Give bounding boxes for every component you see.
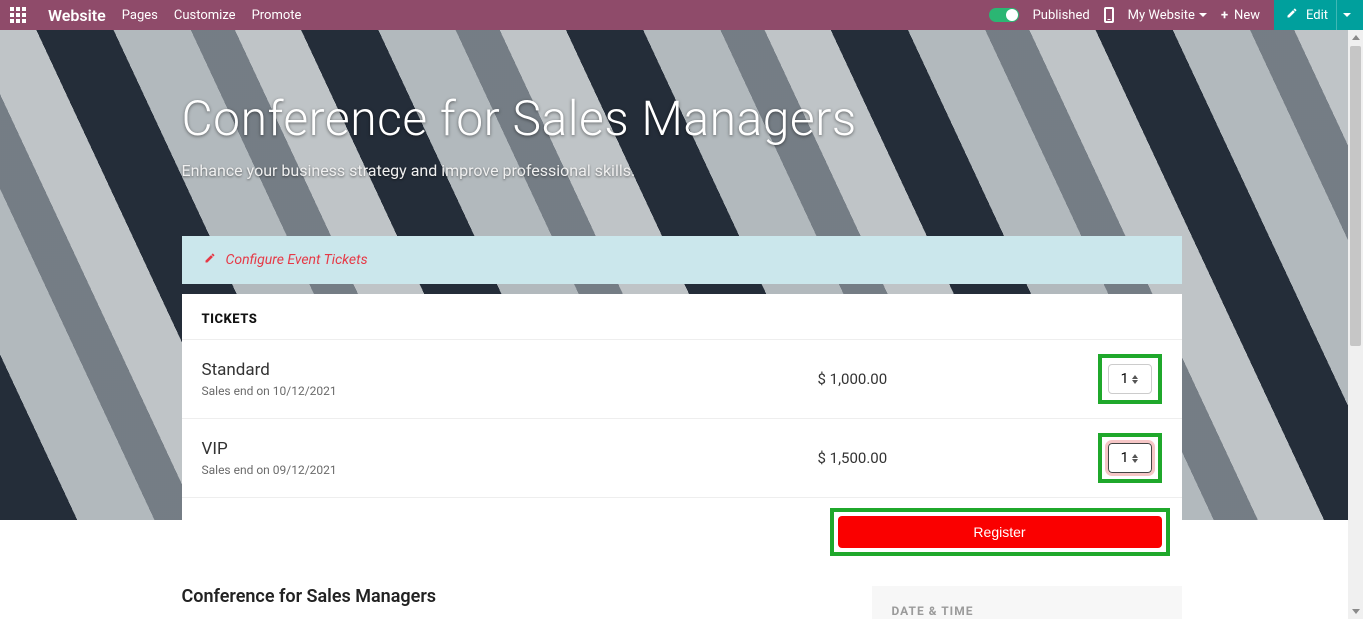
menu-pages[interactable]: Pages (122, 8, 158, 23)
datetime-header: DATE & TIME (892, 604, 1162, 618)
pencil-icon (204, 252, 216, 268)
spinner-icon (1132, 375, 1138, 384)
new-button-label: New (1234, 8, 1260, 23)
scrollbar[interactable] (1348, 30, 1363, 619)
new-button[interactable]: + New (1221, 8, 1260, 23)
highlight-box: 1 (1098, 354, 1162, 404)
quantity-stepper[interactable]: 1 (1108, 364, 1152, 394)
page-title: Conference for Sales Managers (182, 90, 1182, 147)
menu-customize[interactable]: Customize (174, 8, 236, 23)
site-dropdown-label: My Website (1128, 8, 1195, 23)
chevron-down-icon (1343, 13, 1351, 17)
top-bar: Website Pages Customize Promote Publishe… (0, 0, 1363, 30)
ticket-note: Sales end on 09/12/2021 (202, 463, 818, 477)
ticket-note: Sales end on 10/12/2021 (202, 384, 818, 398)
ticket-price: $ 1,000.00 (818, 370, 1098, 388)
tickets-card: TICKETS Standard Sales end on 10/12/2021… (182, 294, 1182, 619)
datetime-panel: DATE & TIME Monday July 19, 2021 9:00 AM… (872, 586, 1182, 619)
ticket-name: VIP (202, 439, 818, 459)
scroll-up-icon[interactable] (1348, 30, 1363, 45)
quantity-stepper[interactable]: 1 (1108, 443, 1152, 473)
highlight-box: 1 (1098, 433, 1162, 483)
highlight-box: Register (830, 508, 1170, 556)
menu-promote[interactable]: Promote (252, 8, 302, 23)
configure-tickets-link[interactable]: Configure Event Tickets (182, 236, 1182, 284)
ticket-name: Standard (202, 360, 818, 380)
description-heading: Conference for Sales Managers (182, 586, 832, 607)
hero: Conference for Sales Managers Enhance yo… (0, 30, 1363, 520)
edit-button-label: Edit (1306, 8, 1328, 23)
published-toggle[interactable] (989, 8, 1019, 22)
ticket-row: Standard Sales end on 10/12/2021 $ 1,000… (182, 340, 1182, 419)
tickets-header: TICKETS (182, 294, 1182, 340)
published-label: Published (1033, 8, 1090, 23)
spinner-icon (1132, 454, 1138, 463)
ticket-price: $ 1,500.00 (818, 449, 1098, 467)
site-dropdown[interactable]: My Website (1128, 8, 1207, 23)
apps-icon[interactable] (10, 7, 26, 23)
edit-button[interactable]: Edit (1274, 0, 1363, 30)
description-body: During this conference, our team will gi… (182, 615, 832, 619)
register-button[interactable]: Register (838, 516, 1162, 548)
configure-tickets-label: Configure Event Tickets (226, 252, 368, 268)
page-subtitle: Enhance your business strategy and impro… (182, 161, 1182, 180)
quantity-value: 1 (1121, 371, 1129, 387)
pencil-icon (1286, 7, 1298, 23)
plus-icon: + (1221, 8, 1228, 23)
app-brand[interactable]: Website (48, 6, 106, 25)
mobile-preview-icon[interactable] (1104, 7, 1114, 23)
ticket-row: VIP Sales end on 09/12/2021 $ 1,500.00 1 (182, 419, 1182, 498)
scroll-thumb[interactable] (1350, 46, 1361, 346)
chevron-down-icon (1199, 13, 1207, 17)
event-description: Conference for Sales Managers During thi… (182, 586, 832, 619)
quantity-value: 1 (1121, 450, 1129, 466)
scroll-down-icon[interactable] (1348, 604, 1363, 619)
